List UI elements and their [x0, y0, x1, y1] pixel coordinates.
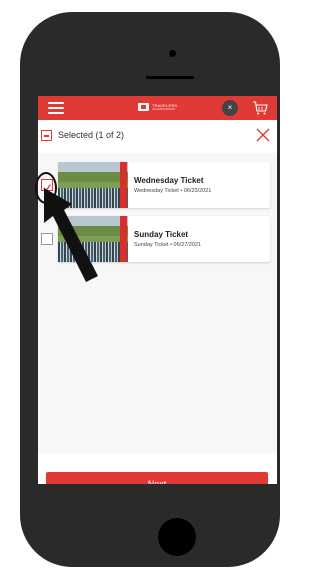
selection-bar: Selected (1 of 2) — [38, 120, 277, 154]
ticket-title: Wednesday Ticket — [134, 176, 204, 185]
cart-icon[interactable] — [252, 100, 268, 116]
app-screen: TRAVELERS CHAMPIONSHIP × Selected (1 of … — [38, 96, 277, 484]
umbrella-logo-icon — [138, 103, 149, 111]
next-button[interactable]: Next — [46, 472, 268, 484]
brand-subtitle: CHAMPIONSHIP — [152, 106, 176, 111]
close-icon[interactable]: × — [222, 100, 238, 116]
earpiece-speaker — [146, 76, 194, 79]
pointer-arrow-annotation — [44, 188, 98, 282]
deselect-all-checkbox[interactable] — [41, 130, 52, 141]
home-button[interactable] — [158, 518, 196, 556]
top-navigation-bar: TRAVELERS CHAMPIONSHIP × — [38, 96, 277, 120]
front-camera — [169, 50, 176, 57]
ticket-subtitle: Sunday Ticket • 06/27/2021 — [134, 242, 202, 248]
close-selection-icon[interactable] — [256, 128, 270, 142]
brand-logo[interactable]: TRAVELERS CHAMPIONSHIP — [138, 103, 177, 111]
ticket-subtitle: Wednesday Ticket • 06/23/2021 — [134, 188, 212, 194]
selection-count-label: Selected (1 of 2) — [58, 130, 125, 140]
ticket-title: Sunday Ticket — [134, 230, 189, 239]
hamburger-icon[interactable] — [48, 102, 64, 114]
